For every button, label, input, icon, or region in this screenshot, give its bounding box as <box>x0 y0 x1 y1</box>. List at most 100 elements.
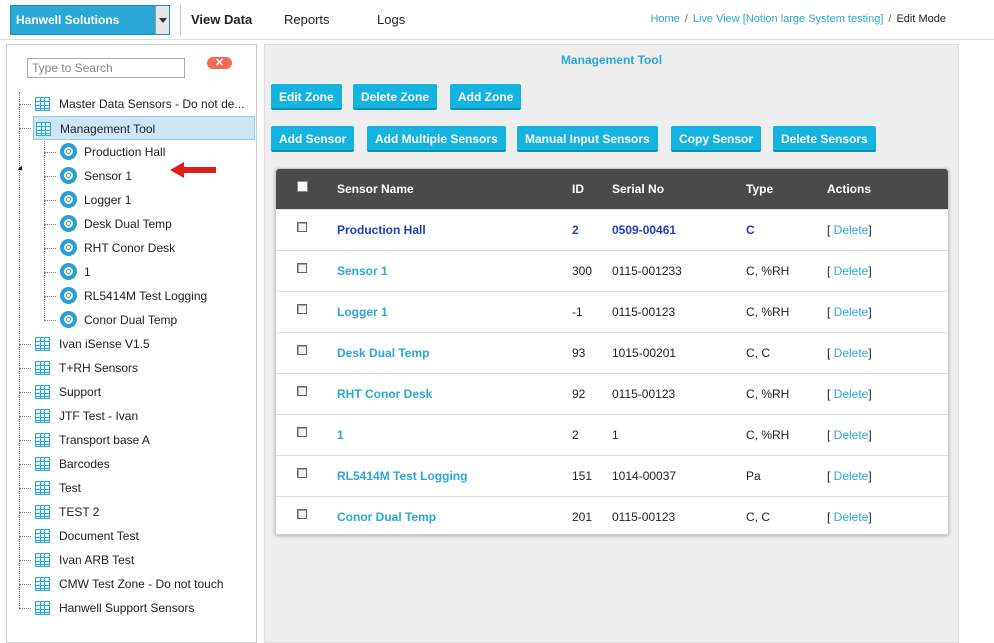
sensor-icon <box>60 239 77 256</box>
tree-item[interactable]: Desk Dual Temp <box>59 212 255 236</box>
delete-link[interactable]: Delete <box>834 510 869 524</box>
sensor-id: 300 <box>572 264 593 278</box>
tree-item[interactable]: Management Tool <box>33 116 255 140</box>
breadcrumb-home[interactable]: Home <box>650 13 679 25</box>
table-row: Sensor 1 300 0115-001233 C, %RH [ Delete] <box>276 250 948 291</box>
tree-line <box>19 368 31 369</box>
column-header: Serial No <box>612 182 665 196</box>
tree-item[interactable]: Transport base A <box>33 428 255 452</box>
tree-item[interactable]: Production Hall <box>59 140 255 164</box>
tree-item[interactable]: JTF Test - Ivan <box>33 404 255 428</box>
tree-item[interactable]: RHT Conor Desk <box>59 236 255 260</box>
sensor-type: C, C <box>746 346 770 360</box>
column-header: Actions <box>827 182 872 196</box>
tree-line <box>19 440 31 441</box>
row-checkbox[interactable] <box>297 509 307 519</box>
row-checkbox[interactable] <box>297 386 307 396</box>
sensor-name-link[interactable]: RL5414M Test Logging <box>337 469 467 483</box>
sensor-name-link[interactable]: Logger 1 <box>337 305 388 319</box>
add-zone-button[interactable]: Add Zone <box>450 84 522 110</box>
delete-link[interactable]: Delete <box>834 305 869 319</box>
tree-item[interactable]: T+RH Sensors <box>33 356 255 380</box>
add-sensor-button[interactable]: Add Sensor <box>271 126 355 152</box>
sensor-name-link[interactable]: Desk Dual Temp <box>337 346 429 360</box>
nav-logs[interactable]: Logs <box>377 12 405 27</box>
column-header: Type <box>746 182 774 196</box>
delete-link[interactable]: Delete <box>834 428 869 442</box>
tree-item[interactable]: Support <box>33 380 255 404</box>
select-all-checkbox[interactable] <box>297 181 308 192</box>
tree-item[interactable]: Test <box>33 476 255 500</box>
edit-zone-button[interactable]: Edit Zone <box>271 84 342 110</box>
row-checkbox[interactable] <box>297 304 307 314</box>
tree-item[interactable]: 1 <box>59 260 255 284</box>
table-row: 1 2 1 C, %RH [ Delete] <box>276 414 948 455</box>
zone-grid-icon <box>35 601 50 615</box>
tree-line <box>19 104 31 105</box>
zone-grid-icon <box>35 337 50 351</box>
nav-view-data[interactable]: View Data <box>191 12 252 27</box>
sensor-name-link[interactable]: RHT Conor Desk <box>337 387 432 401</box>
delete-link[interactable]: Delete <box>834 469 869 483</box>
tree-item[interactable]: Barcodes <box>33 452 255 476</box>
search-input[interactable] <box>27 58 185 78</box>
delete-zone-button[interactable]: Delete Zone <box>353 84 438 110</box>
row-checkbox[interactable] <box>297 263 307 273</box>
tree-line <box>19 536 31 537</box>
copy-sensor-button[interactable]: Copy Sensor <box>671 126 762 152</box>
tree-item-label: Support <box>59 385 102 399</box>
sensor-name-link[interactable]: Production Hall <box>337 223 426 237</box>
row-checkbox[interactable] <box>297 468 307 478</box>
tree-item[interactable]: Hanwell Support Sensors <box>33 596 255 620</box>
nav-reports[interactable]: Reports <box>284 12 330 27</box>
tree-item[interactable]: Ivan ARB Test <box>33 548 255 572</box>
manual-input-sensors-button[interactable]: Manual Input Sensors <box>517 126 658 152</box>
tree-item[interactable]: TEST 2 <box>33 500 255 524</box>
tree-line <box>44 152 56 153</box>
delete-link[interactable]: Delete <box>834 346 869 360</box>
sensor-icon <box>60 143 77 160</box>
tree-item[interactable]: Logger 1 <box>59 188 255 212</box>
chevron-down-icon[interactable] <box>155 6 169 34</box>
tree-item[interactable]: Sensor 1 <box>59 164 255 188</box>
tree-item[interactable]: RL5414M Test Logging <box>59 284 255 308</box>
sensor-name-link[interactable]: 1 <box>337 428 344 442</box>
delete-sensors-button[interactable]: Delete Sensors <box>773 126 876 152</box>
tree-item[interactable]: CMW Test Zone - Do not touch <box>33 572 255 596</box>
row-actions: [ Delete] <box>827 510 872 524</box>
row-checkbox[interactable] <box>297 427 307 437</box>
tree-item-label: Management Tool <box>60 122 156 136</box>
tree-line <box>19 392 31 393</box>
row-checkbox[interactable] <box>297 222 307 232</box>
sensor-type: C, %RH <box>746 305 790 319</box>
sensor-icon <box>60 263 77 280</box>
delete-link[interactable]: Delete <box>834 264 869 278</box>
tree-line <box>44 248 56 249</box>
tree-line <box>19 584 31 585</box>
sensor-name-link[interactable]: Conor Dual Temp <box>337 510 436 524</box>
row-checkbox[interactable] <box>297 345 307 355</box>
tree-item[interactable]: Ivan iSense V1.5 <box>33 332 255 356</box>
tree-item[interactable]: Conor Dual Temp <box>59 308 255 332</box>
sensor-id: 92 <box>572 387 586 401</box>
sensor-serial: 1015-00201 <box>612 346 677 360</box>
column-header: Sensor Name <box>337 182 414 196</box>
delete-link[interactable]: Delete <box>834 223 869 237</box>
delete-link[interactable]: Delete <box>834 387 869 401</box>
tree-item-label: Conor Dual Temp <box>84 313 178 327</box>
zone-grid-icon <box>35 481 50 495</box>
tree-item-label: Desk Dual Temp <box>84 217 172 231</box>
tree-item[interactable]: Document Test <box>33 524 255 548</box>
row-actions: [ Delete] <box>827 264 872 278</box>
zone-grid-icon <box>35 553 50 567</box>
zone-grid-icon <box>35 505 50 519</box>
sensor-serial: 1014-00037 <box>612 469 677 483</box>
add-multiple-sensors-button[interactable]: Add Multiple Sensors <box>367 126 506 152</box>
breadcrumb-live-view[interactable]: Live View [Notion large System testing] <box>693 13 884 25</box>
sensor-name-link[interactable]: Sensor 1 <box>337 264 388 278</box>
breadcrumb-separator: / <box>684 13 688 25</box>
tree-line <box>44 176 56 177</box>
tree-item[interactable]: Master Data Sensors - Do not de... <box>33 92 255 116</box>
company-selector[interactable]: Hanwell Solutions <box>10 5 170 35</box>
clear-search-icon[interactable]: ✕ <box>207 57 232 69</box>
